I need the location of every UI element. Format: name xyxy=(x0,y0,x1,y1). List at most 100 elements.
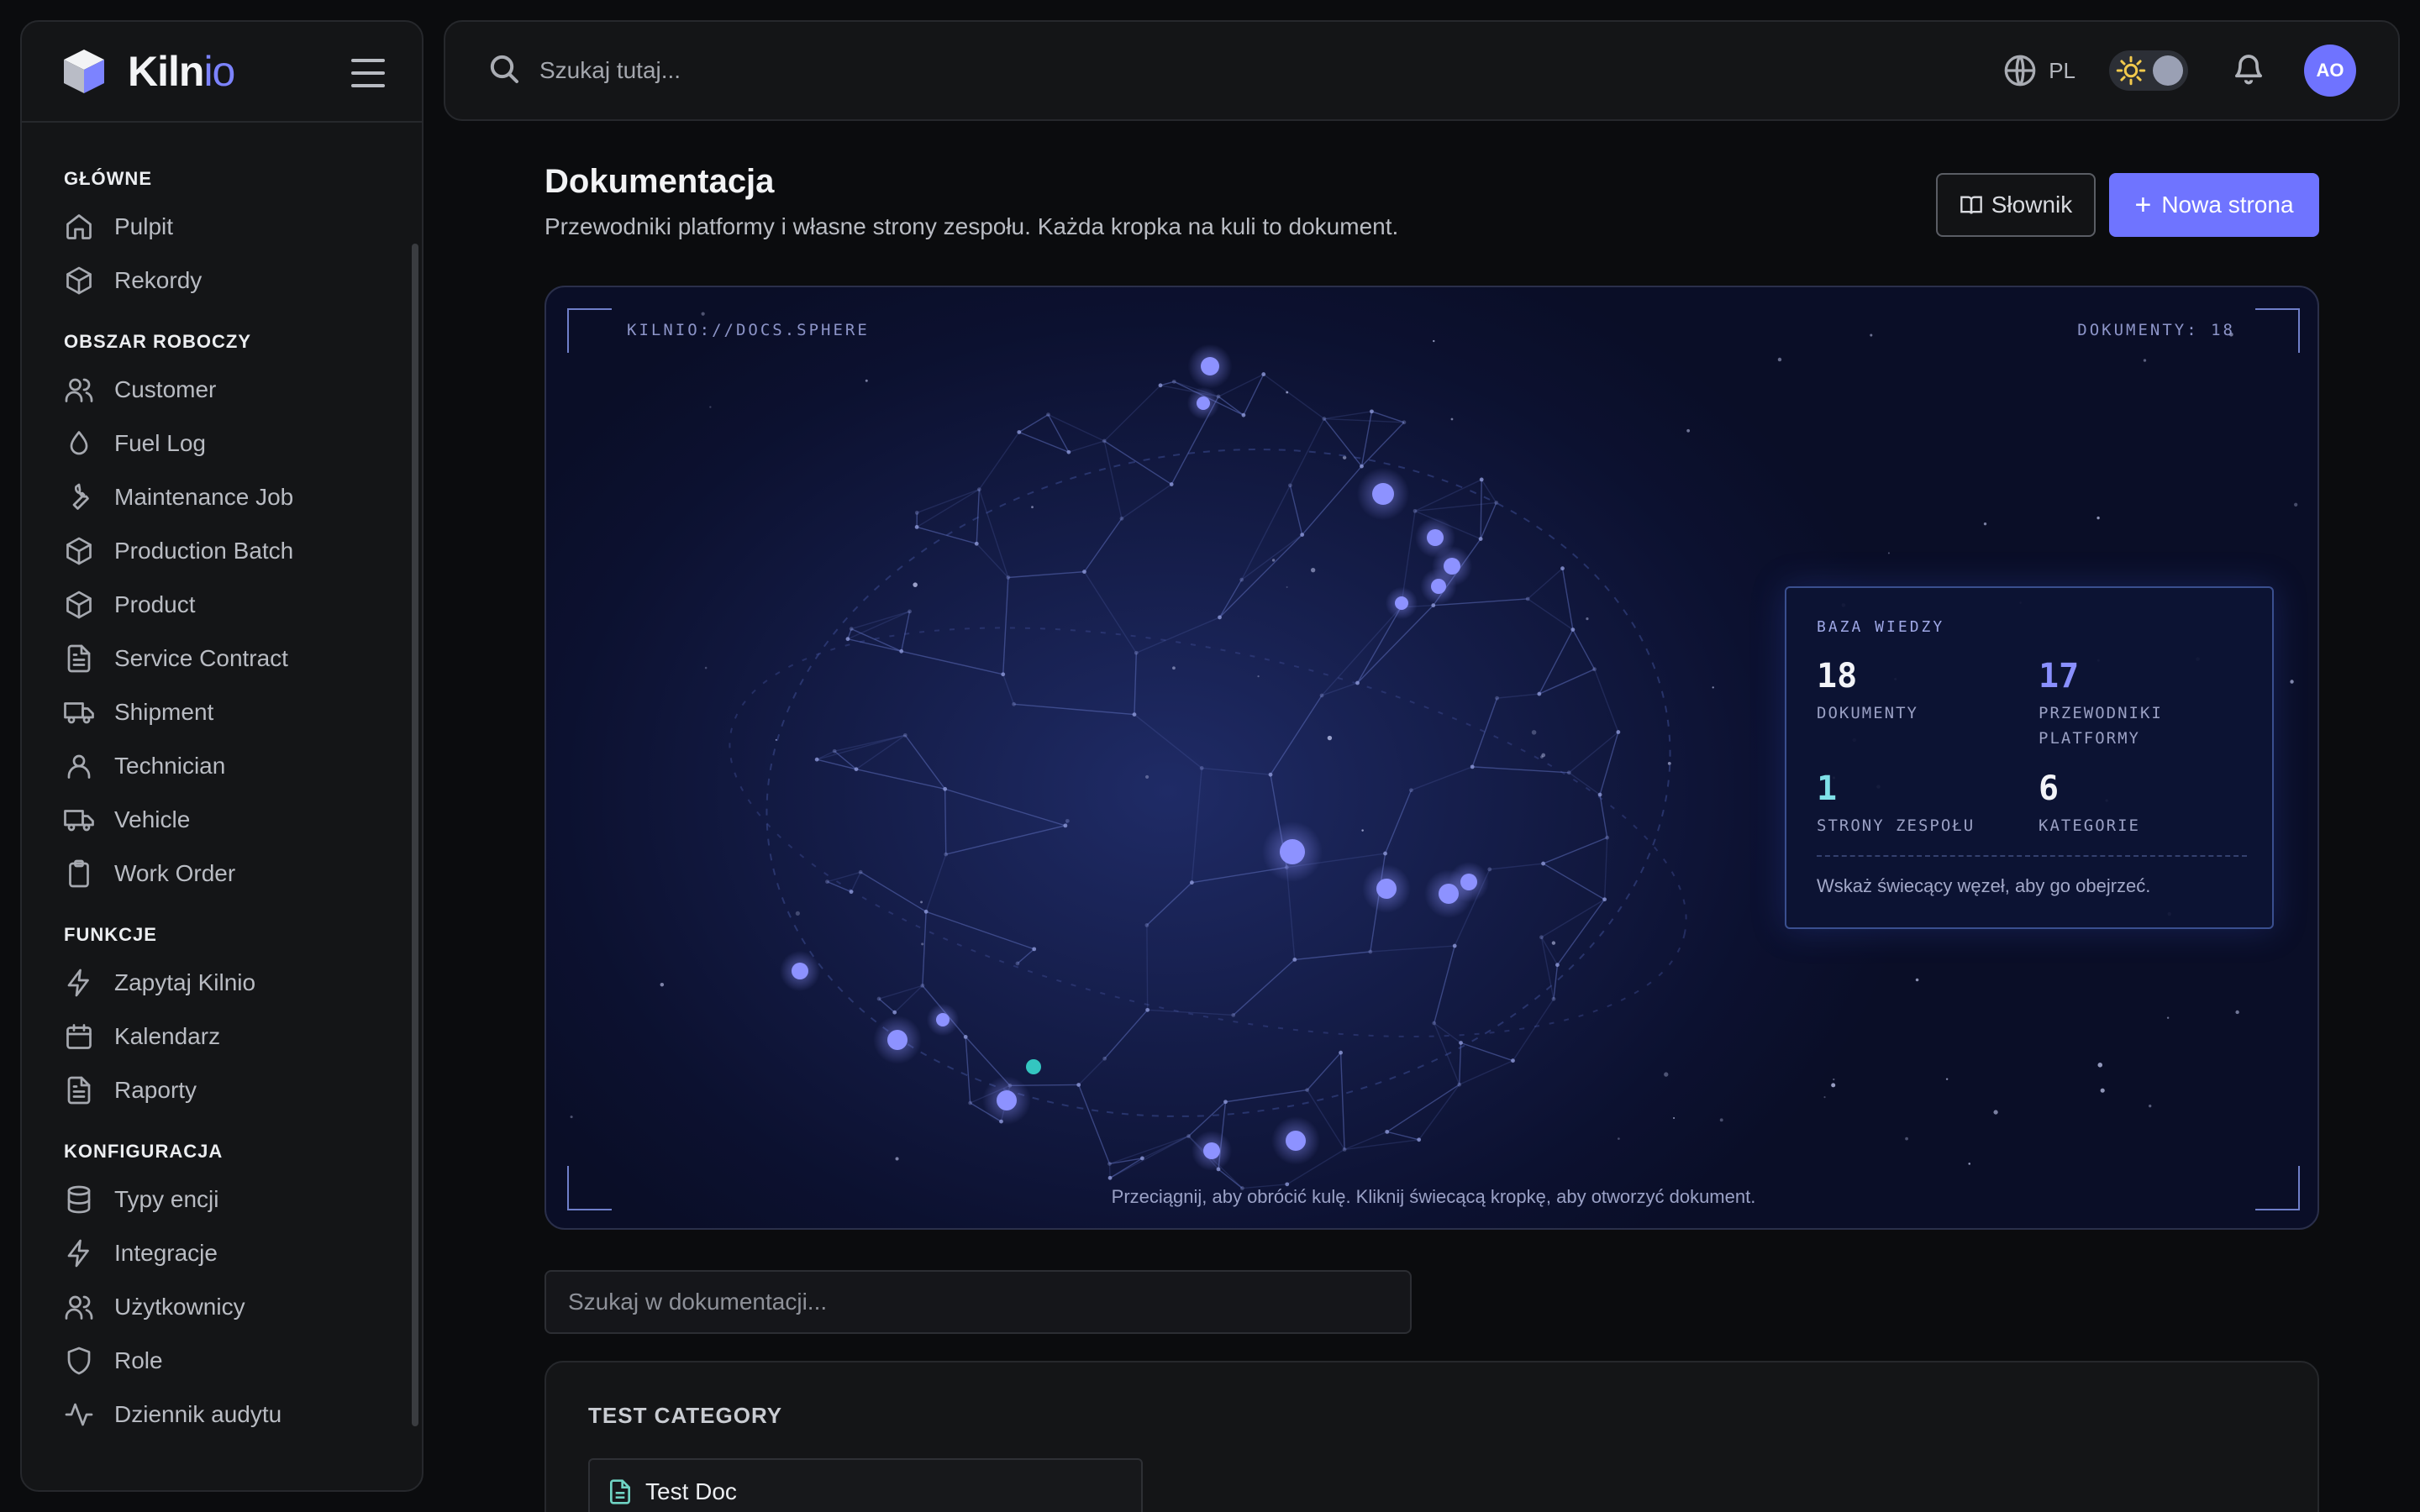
sidebar-item-entity-types[interactable]: Typy encji xyxy=(22,1173,422,1226)
knowledge-base-title: BAZA WIEDZY xyxy=(1817,618,1945,636)
document-node[interactable] xyxy=(1197,396,1210,410)
sidebar-item-label: Pulpit xyxy=(114,213,174,239)
mesh-vertex xyxy=(1511,1058,1515,1063)
sidebar-item-label: Customer xyxy=(114,376,217,402)
stat-label: KATEGORIE xyxy=(2039,816,2140,835)
document-node[interactable] xyxy=(792,963,808,979)
language-code: PL xyxy=(2049,57,2075,83)
mesh-edge xyxy=(916,526,977,544)
sidebar-item-calendar[interactable]: Kalendarz xyxy=(22,1010,422,1063)
sidebar-item-shipment[interactable]: Shipment xyxy=(22,685,422,739)
mesh-vertex xyxy=(1134,650,1139,655)
mesh-vertex xyxy=(1065,818,1070,823)
star xyxy=(570,1116,573,1119)
sidebar-item-roles[interactable]: Role xyxy=(22,1334,422,1388)
sidebar-item-technician[interactable]: Technician xyxy=(22,739,422,793)
sidebar-item-integrations[interactable]: Integracje xyxy=(22,1226,422,1280)
sidebar-item-users[interactable]: Użytkownicy xyxy=(22,1280,422,1334)
star xyxy=(1945,1078,1949,1080)
sidebar-item-maintenance-job[interactable]: Maintenance Job xyxy=(22,470,422,524)
document-node[interactable] xyxy=(1203,1142,1220,1159)
mesh-edge xyxy=(1561,568,1574,630)
doc-list-item[interactable]: Test Doc xyxy=(588,1458,1143,1512)
star xyxy=(1551,941,1556,945)
brand-name[interactable]: Kilnio xyxy=(128,47,235,96)
star xyxy=(660,982,665,987)
document-node[interactable] xyxy=(936,1013,950,1026)
theme-toggle[interactable] xyxy=(2109,50,2188,91)
sidebar-item-reports[interactable]: Raporty xyxy=(22,1063,422,1117)
mesh-vertex xyxy=(1537,691,1542,696)
document-node[interactable] xyxy=(1286,1131,1306,1151)
sidebar-scrollbar[interactable] xyxy=(412,244,418,1426)
document-node[interactable] xyxy=(1427,529,1444,546)
stat-team-pages: 1 STRONY ZESPOŁU xyxy=(1817,769,1975,838)
document-node[interactable] xyxy=(1395,596,1408,610)
mesh-edge xyxy=(1233,958,1296,1016)
mesh-edge xyxy=(1599,732,1619,795)
mesh-edge xyxy=(922,911,927,986)
mesh-edge xyxy=(1218,396,1244,416)
brand-name-accent: io xyxy=(203,48,235,95)
document-node[interactable] xyxy=(887,1030,908,1050)
sidebar-item-pulpit[interactable]: Pulpit xyxy=(22,200,422,254)
sidebar-item-audit-log[interactable]: Dziennik audytu xyxy=(22,1388,422,1441)
star xyxy=(2290,680,2294,684)
sidebar-item-customer[interactable]: Customer xyxy=(22,363,422,417)
sphere-doc-count: DOKUMENTY: 18 xyxy=(2077,321,2235,339)
document-node[interactable] xyxy=(1431,579,1446,594)
team-document-node[interactable] xyxy=(1026,1059,1041,1074)
stat-label: STRONY ZESPOŁU xyxy=(1817,816,1975,835)
sidebar-item-production-batch[interactable]: Production Batch xyxy=(22,524,422,578)
document-node[interactable] xyxy=(1372,483,1394,505)
document-node[interactable] xyxy=(1376,879,1397,899)
document-node[interactable] xyxy=(1460,874,1477,890)
mesh-vertex xyxy=(902,732,908,738)
sidebar-item-service-contract[interactable]: Service Contract xyxy=(22,632,422,685)
mesh-edge xyxy=(1109,1135,1189,1165)
mesh-edge xyxy=(1539,629,1574,695)
sidebar-item-ask-kilnio[interactable]: Zapytaj Kilnio xyxy=(22,956,422,1010)
mesh-vertex xyxy=(858,869,863,874)
star xyxy=(1172,666,1176,670)
document-node[interactable] xyxy=(1280,839,1305,864)
star xyxy=(2143,359,2147,362)
mesh-edge xyxy=(1241,534,1303,580)
mesh-vertex xyxy=(1076,1083,1081,1087)
mesh-vertex xyxy=(1457,1082,1462,1087)
mesh-vertex xyxy=(1342,1147,1347,1152)
sidebar-item-fuel-log[interactable]: Fuel Log xyxy=(22,417,422,470)
mesh-vertex xyxy=(1288,483,1292,488)
star xyxy=(1833,1078,1835,1081)
mesh-edge xyxy=(1108,1163,1111,1179)
docs-search-input[interactable] xyxy=(544,1270,1412,1334)
sidebar-item-work-order[interactable]: Work Order xyxy=(22,847,422,900)
sidebar-item-label: Raporty xyxy=(114,1077,197,1103)
mesh-edge xyxy=(1018,414,1049,433)
user-icon xyxy=(64,751,94,781)
mesh-vertex xyxy=(914,525,919,529)
mesh-vertex xyxy=(899,648,904,654)
glossary-button[interactable]: Słownik xyxy=(1936,173,2096,237)
new-page-button[interactable]: + Nowa strona xyxy=(2109,173,2319,237)
language-switcher[interactable]: PL xyxy=(2003,54,2075,87)
stat-platform-guides: 17 PRZEWODNIKI PLATFORMY xyxy=(2039,657,2240,751)
mesh-edge xyxy=(1103,440,1172,486)
sidebar-item-vehicle[interactable]: Vehicle xyxy=(22,793,422,847)
box-icon xyxy=(64,265,94,296)
section-title-features: FUNKCJE xyxy=(64,924,157,945)
document-node[interactable] xyxy=(997,1090,1017,1110)
new-page-button-label: Nowa strona xyxy=(2161,192,2294,218)
mesh-edge xyxy=(1489,863,1544,870)
document-node[interactable] xyxy=(1201,357,1219,375)
global-search-input[interactable] xyxy=(539,57,1548,84)
menu-toggle-icon[interactable] xyxy=(351,59,385,87)
sidebar: Kilnio GŁÓWNE Pulpit Rekordy OBSZAR ROBO… xyxy=(20,20,424,1492)
notifications-bell-icon[interactable] xyxy=(2232,52,2265,90)
mesh-vertex xyxy=(1487,867,1492,872)
sidebar-item-rekordy[interactable]: Rekordy xyxy=(22,254,422,307)
mesh-vertex xyxy=(1231,1013,1236,1017)
mesh-vertex xyxy=(876,996,881,1001)
user-avatar[interactable]: AO xyxy=(2304,45,2356,97)
sidebar-item-product[interactable]: Product xyxy=(22,578,422,632)
